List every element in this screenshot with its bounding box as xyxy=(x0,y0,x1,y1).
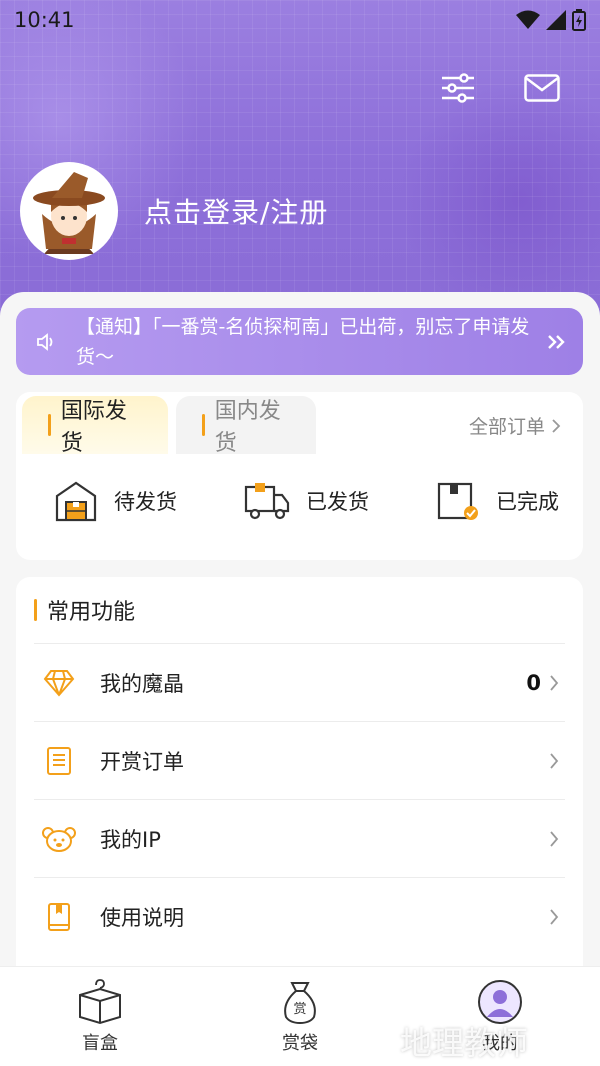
instructions-row[interactable]: 使用说明 xyxy=(34,877,565,955)
tab-label: 国内发货 xyxy=(214,399,281,456)
bear-icon xyxy=(42,822,76,856)
settings-button[interactable] xyxy=(440,70,476,106)
double-chevron-right-icon xyxy=(545,334,569,350)
chevron-right-icon xyxy=(550,752,559,769)
prize-bag-icon: 赏 xyxy=(275,977,325,1027)
my-magic-crystal-row[interactable]: 我的魔晶 0 xyxy=(34,643,565,721)
shipping-status-items: 待发货 已发货 已完成 xyxy=(16,454,583,522)
warehouse-icon xyxy=(55,481,97,522)
prize-orders-row[interactable]: 开赏订单 xyxy=(34,721,565,799)
avatar[interactable] xyxy=(20,162,118,260)
shipped-label: 已发货 xyxy=(306,490,369,514)
message-button[interactable] xyxy=(524,70,560,106)
top-actions xyxy=(440,70,560,106)
chevron-right-icon xyxy=(552,418,561,433)
speaker-icon xyxy=(37,332,53,351)
tab-international-shipping[interactable]: 国际发货 xyxy=(22,396,168,456)
section-indicator xyxy=(34,599,37,621)
common-functions-title: 常用功能 xyxy=(47,600,136,625)
row-right: 0 xyxy=(526,671,559,695)
row-right xyxy=(549,752,559,770)
my-ip-label: 我的IP xyxy=(100,827,161,852)
profile-section[interactable]: 点击登录/注册 xyxy=(20,162,328,260)
chevron-right-icon xyxy=(550,830,559,847)
pending-shipment-label: 待发货 xyxy=(114,490,177,514)
battery-icon xyxy=(572,9,586,31)
book-icon xyxy=(42,900,76,934)
status-icons xyxy=(516,9,586,31)
row-right xyxy=(549,908,559,926)
status-bar: 10:41 xyxy=(0,0,600,40)
pending-shipment-button[interactable]: 待发货 xyxy=(54,480,177,522)
my-ip-row[interactable]: 我的IP xyxy=(34,799,565,877)
completed-box-icon xyxy=(437,482,478,520)
tab-indicator xyxy=(48,414,51,436)
witch-avatar-icon xyxy=(22,164,116,258)
tab-indicator xyxy=(202,414,205,436)
mystery-box-icon xyxy=(75,977,125,1027)
wifi-icon xyxy=(516,10,540,29)
status-time: 10:41 xyxy=(14,8,75,32)
completed-label: 已完成 xyxy=(496,490,559,514)
tab-mystery-box-label: 盲盒 xyxy=(82,1033,118,1054)
notice-text: 【通知】「一番赏-名侦探柯南」已出荷，别忘了申请发货～ xyxy=(76,315,530,368)
diamond-icon xyxy=(42,666,76,700)
tab-label: 国际发货 xyxy=(60,399,127,456)
chevron-right-icon xyxy=(550,908,559,925)
order-list-icon xyxy=(42,744,76,778)
login-register-link[interactable]: 点击登录/注册 xyxy=(144,191,328,231)
shipped-button[interactable]: 已发货 xyxy=(244,480,369,522)
shipping-card: 国际发货 国内发货 全部订单 待发货 已发货 已完成 xyxy=(16,392,583,560)
completed-button[interactable]: 已完成 xyxy=(436,480,559,522)
tab-prize-bag-label: 赏袋 xyxy=(282,1033,318,1054)
chevron-right-icon xyxy=(550,674,559,691)
shipping-tabs: 国际发货 国内发货 全部订单 xyxy=(16,392,583,456)
svg-text:赏: 赏 xyxy=(293,1002,306,1017)
mail-icon xyxy=(524,74,560,102)
common-functions-card: 常用功能 我的魔晶 0 开赏订单 我的IP 使用说明 xyxy=(16,577,583,997)
all-orders-link[interactable]: 全部订单 xyxy=(469,412,561,439)
instructions-label: 使用说明 xyxy=(100,905,184,930)
main-content: 【通知】「一番赏-名侦探柯南」已出荷，别忘了申请发货～ 国际发货 国内发货 全部… xyxy=(0,292,600,997)
tab-prize-bag[interactable]: 赏 赏袋 xyxy=(200,967,400,1066)
tab-mystery-box[interactable]: 盲盒 xyxy=(0,967,200,1066)
signal-icon xyxy=(546,10,566,30)
truck-icon xyxy=(244,483,290,520)
tab-domestic-shipping[interactable]: 国内发货 xyxy=(176,396,316,456)
prize-orders-label: 开赏订单 xyxy=(100,749,184,774)
row-right xyxy=(549,830,559,848)
magic-crystal-count: 0 xyxy=(526,670,541,695)
all-orders-label: 全部订单 xyxy=(468,416,545,438)
common-functions-header: 常用功能 xyxy=(16,577,583,643)
sliders-icon xyxy=(442,73,474,103)
notice-banner[interactable]: 【通知】「一番赏-名侦探柯南」已出荷，别忘了申请发货～ xyxy=(16,308,583,375)
my-magic-crystal-label: 我的魔晶 xyxy=(100,671,184,696)
watermark: 地理教师 xyxy=(400,1024,529,1062)
